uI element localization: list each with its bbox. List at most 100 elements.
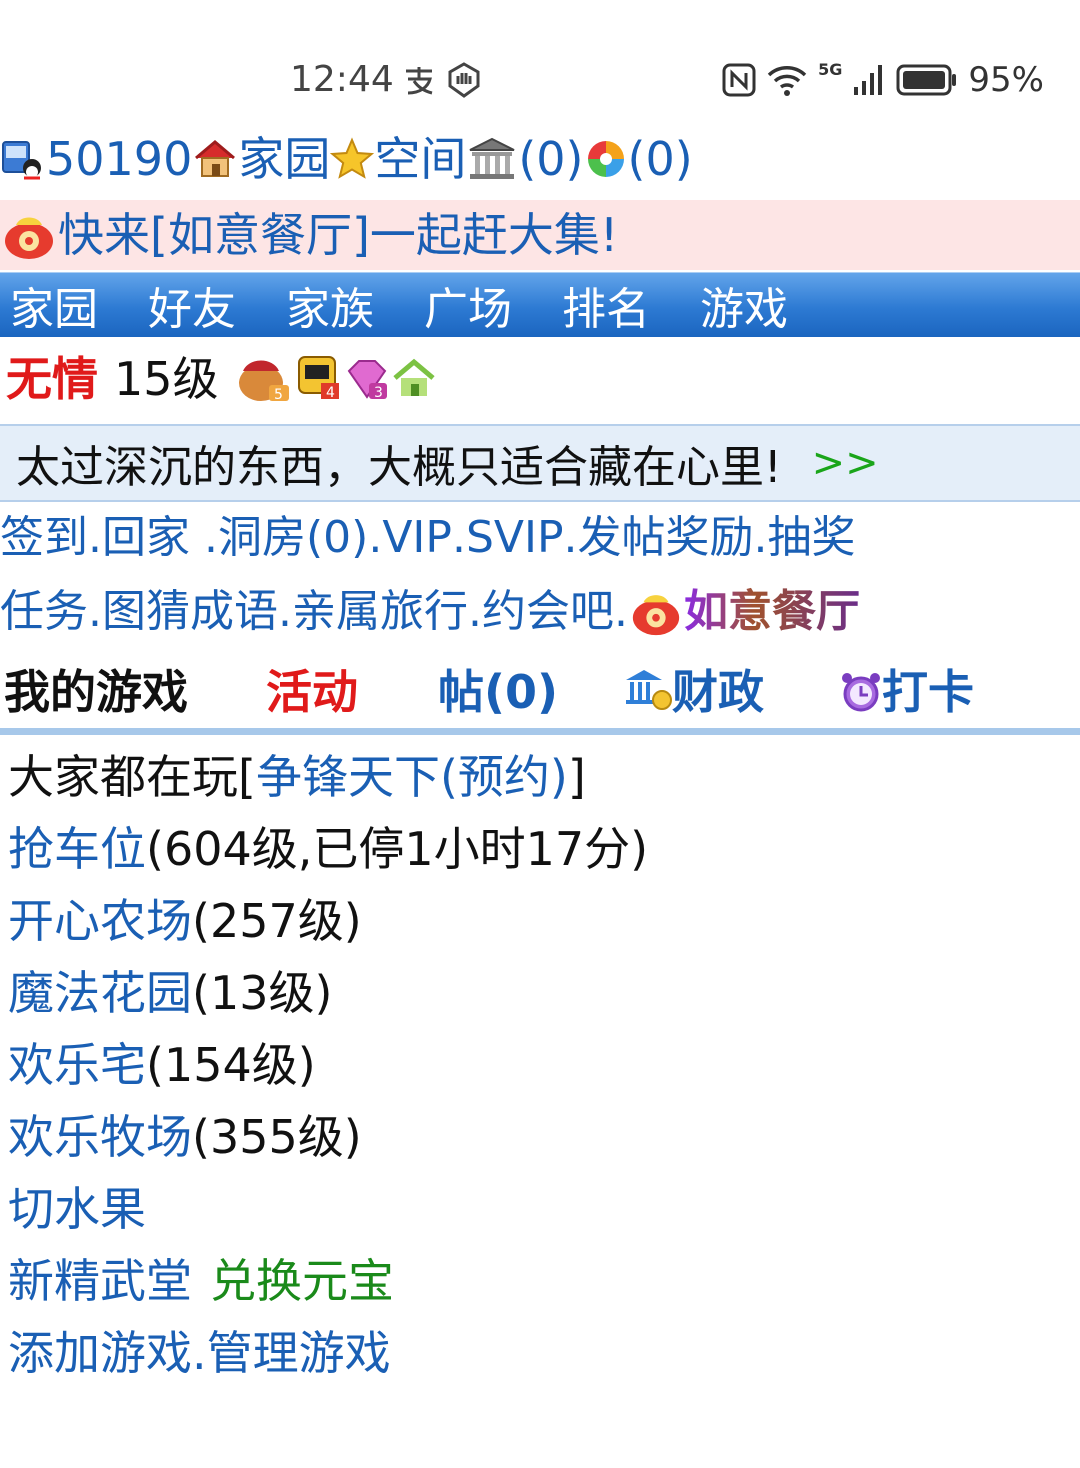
lucky-bag-icon — [5, 217, 53, 259]
photo-pinwheel-icon — [587, 141, 624, 177]
qq-user-icon — [2, 141, 41, 180]
dot-separator: . — [192, 1326, 207, 1380]
nav-ranking[interactable]: 排名 — [562, 273, 650, 337]
link-post-reward[interactable]: 发帖奖励 — [577, 510, 753, 566]
game-link[interactable]: 切水果 — [8, 1180, 146, 1238]
signal-icon — [854, 65, 883, 95]
tab-checkin[interactable]: 打卡 — [882, 660, 974, 724]
quote-more-link[interactable]: >> — [812, 440, 879, 486]
profile-row: 无情 15级 5 4 3 — [6, 350, 437, 408]
game-link[interactable]: 魔法花园 — [8, 964, 192, 1022]
hand-shield-icon — [448, 62, 480, 98]
bank-icon — [469, 137, 515, 179]
link-lottery[interactable]: 抽奖 — [767, 510, 855, 566]
game-item: 欢乐宅 (154级) — [8, 1036, 316, 1094]
nav-friends[interactable]: 好友 — [148, 273, 236, 337]
game-item: 魔法花园 (13级) — [8, 964, 332, 1022]
section-divider — [0, 728, 1080, 735]
now-playing-game-link[interactable]: 争锋天下(预约) — [256, 748, 568, 806]
link-bridal-room[interactable]: 洞房(0) — [218, 510, 368, 566]
game-info: (13级) — [192, 966, 333, 1020]
exchange-ingot-link[interactable]: 兑换元宝 — [210, 1252, 394, 1310]
nav-games[interactable]: 游戏 — [700, 273, 788, 337]
space-link[interactable]: 空间 — [374, 130, 466, 188]
photo-count-link[interactable]: (0) — [628, 130, 693, 188]
section-tabs: 我的游戏 活动 帖(0) 财政 打卡 — [0, 660, 1080, 724]
tab-posts[interactable]: 帖(0) — [438, 660, 558, 724]
nav-home[interactable]: 家园 — [10, 273, 98, 337]
link-idiom-guess[interactable]: 图猜成语 — [102, 584, 278, 640]
dot-separator: . — [753, 512, 768, 563]
battery-icon — [896, 64, 957, 96]
game-link[interactable]: 抢车位 — [8, 820, 146, 878]
tab-activity[interactable]: 活动 — [266, 660, 358, 724]
dot-separator: . — [468, 586, 482, 637]
status-time: 12:44 — [290, 59, 394, 100]
game-info: (154级) — [146, 1038, 316, 1092]
add-games-link[interactable]: 添加游戏 — [8, 1324, 192, 1382]
svg-text:3: 3 — [374, 385, 383, 401]
game-link[interactable]: 开心农场 — [8, 892, 192, 950]
now-playing-row: 大家都在玩[ 争锋天下(预约) ] — [8, 748, 586, 806]
dot-separator: . — [614, 586, 628, 637]
game-link[interactable]: 欢乐宅 — [8, 1036, 146, 1094]
vip-badge-icon: 4 — [297, 356, 339, 401]
user-id-link[interactable]: 50190 — [46, 130, 192, 188]
link-go-home[interactable]: 回家 — [102, 510, 204, 566]
new-game-row: 新精武堂 兑换元宝 — [8, 1252, 394, 1310]
banner-text: 快来[如意餐厅]一起赶大集! — [58, 208, 619, 262]
game-item: 抢车位 (604级,已停1小时17分) — [8, 820, 648, 878]
manage-games-link[interactable]: 管理游戏 — [207, 1324, 391, 1382]
profile-name[interactable]: 无情 — [6, 350, 98, 408]
link-tasks[interactable]: 任务 — [0, 584, 88, 640]
dot-separator: . — [278, 586, 292, 637]
profile-level: 15级 — [114, 352, 219, 406]
dot-separator: . — [204, 512, 218, 563]
diamond-badge-icon: 3 — [347, 360, 387, 401]
wifi-icon — [767, 66, 807, 96]
alarm-clock-icon — [842, 673, 880, 712]
now-playing-suffix: ] — [567, 750, 586, 804]
game-item: 开心农场 (257级) — [8, 892, 362, 950]
game-info: (257级) — [192, 894, 362, 948]
nfc-icon — [722, 63, 756, 97]
svg-text:4: 4 — [326, 385, 335, 401]
alipay-icon — [406, 67, 433, 95]
link-svip[interactable]: SVIP — [466, 510, 564, 566]
home-icon — [195, 140, 236, 177]
status-bar: 12:44 5G 95% — [0, 56, 1080, 104]
dot-separator: . — [451, 512, 466, 563]
home-link[interactable]: 家园 — [238, 130, 330, 188]
link-family-travel[interactable]: 亲属旅行 — [292, 584, 468, 640]
tab-finance[interactable]: 财政 — [672, 660, 764, 724]
game-info: (355级) — [192, 1110, 362, 1164]
link-dating[interactable]: 约会吧 — [482, 584, 614, 640]
game-item: 欢乐牧场 (355级) — [8, 1108, 362, 1166]
header-row: 50190 家园 空间 (0) (0) — [0, 130, 693, 188]
battery-percent: 95% — [968, 60, 1044, 100]
dot-separator: . — [88, 586, 102, 637]
dot-separator: . — [368, 512, 383, 563]
svg-text:5: 5 — [274, 387, 283, 403]
lucky-bag-icon — [632, 595, 680, 636]
new-game-link[interactable]: 新精武堂 — [8, 1252, 192, 1310]
nav-family[interactable]: 家族 — [286, 273, 374, 337]
links-row-1: 签到. 回家 . 洞房(0). VIP. SVIP. 发帖奖励. 抽奖 — [0, 510, 855, 566]
bank-count-link[interactable]: (0) — [518, 130, 583, 188]
star-icon — [330, 137, 375, 179]
link-vip[interactable]: VIP — [382, 510, 452, 566]
promo-banner[interactable]: 快来[如意餐厅]一起赶大集! — [0, 200, 1080, 270]
now-playing-prefix: 大家都在玩[ — [8, 750, 256, 804]
game-info: (604级,已停1小时17分) — [146, 822, 649, 876]
game-item: 切水果 — [8, 1180, 146, 1238]
game-link[interactable]: 欢乐牧场 — [8, 1108, 192, 1166]
gift-badge-icon: 5 — [238, 360, 289, 403]
dot-separator: . — [563, 512, 578, 563]
signature-quote: 太过深沉的东西，大概只适合藏在心里! >> — [0, 424, 1080, 502]
link-checkin[interactable]: 签到 — [0, 510, 88, 566]
tab-my-games[interactable]: 我的游戏 — [4, 660, 188, 724]
link-ruyi-restaurant[interactable]: 如意餐厅 — [684, 584, 860, 640]
quote-text: 太过深沉的东西，大概只适合藏在心里! — [16, 442, 782, 493]
links-row-2: 任务. 图猜成语. 亲属旅行. 约会吧. 如意餐厅 — [0, 584, 860, 640]
nav-plaza[interactable]: 广场 — [424, 273, 512, 337]
